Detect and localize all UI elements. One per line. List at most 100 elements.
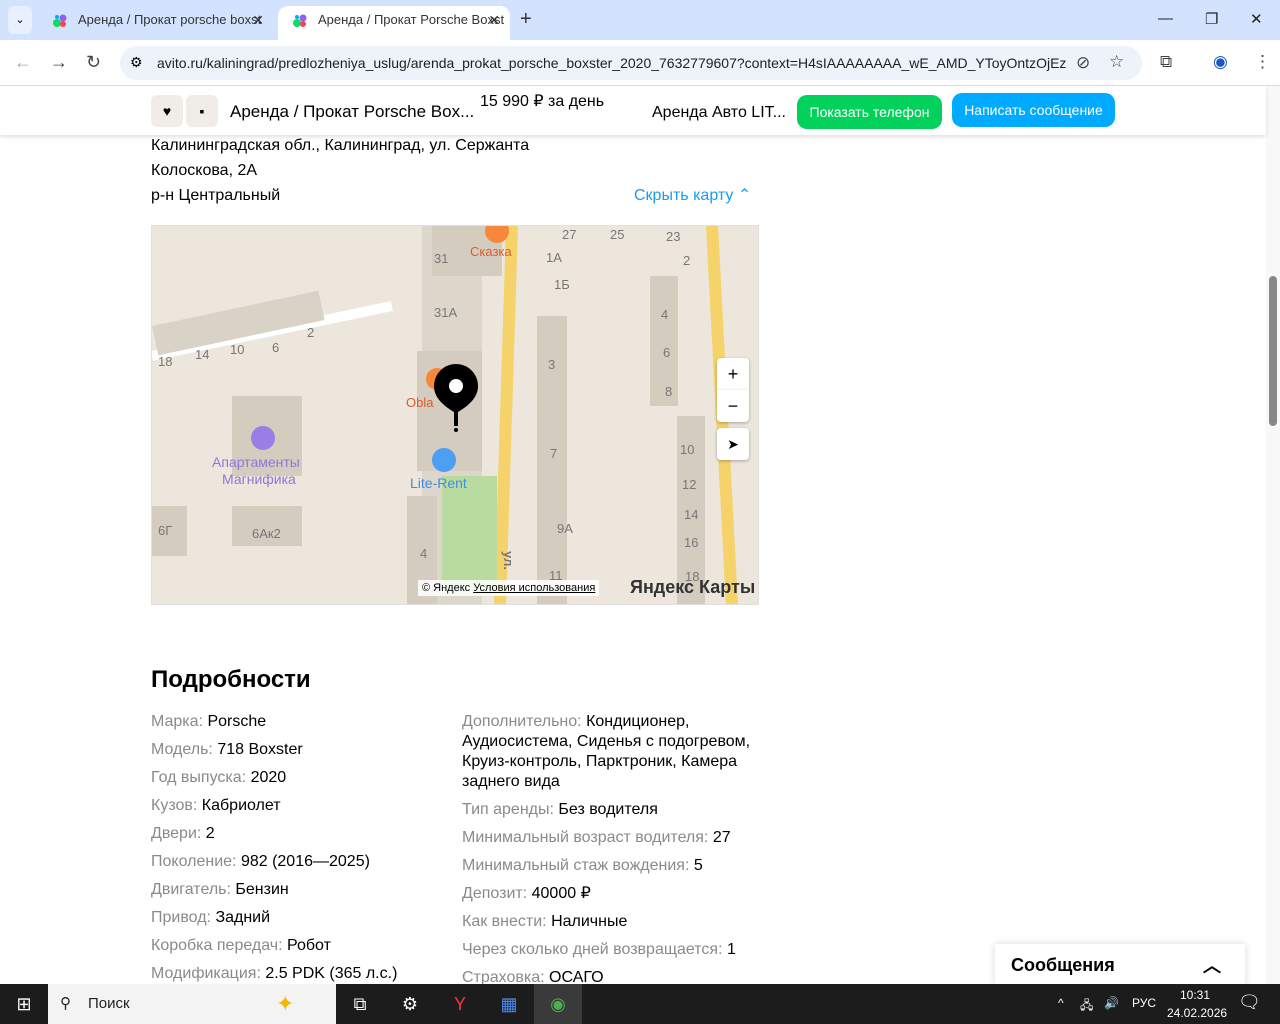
yandex-maps-logo[interactable]: Яндекс Карты bbox=[630, 577, 755, 598]
task-view-icon[interactable]: ⧉ bbox=[336, 984, 384, 1024]
detail-value: 5 bbox=[693, 857, 703, 874]
detail-row: Дополнительно: Кондиционер, Аудиосистема… bbox=[462, 712, 752, 792]
write-message-button[interactable]: Написать сообщение bbox=[952, 93, 1115, 127]
menu-icon[interactable]: ⋮ bbox=[1254, 52, 1271, 72]
scrollbar[interactable] bbox=[1266, 86, 1280, 984]
geolocation-icon[interactable]: ➤ bbox=[717, 428, 749, 460]
terms-link[interactable]: Условия использования bbox=[473, 582, 595, 594]
taskbar-search[interactable]: ⚲ Поиск ✦ bbox=[48, 984, 336, 1024]
detail-key: Коробка передач: bbox=[151, 937, 283, 954]
detail-value: 1 bbox=[726, 941, 736, 958]
detail-value: 40000 ₽ bbox=[531, 885, 591, 902]
minimize-icon[interactable]: — bbox=[1158, 10, 1173, 27]
network-icon[interactable]: 🖧 bbox=[1080, 996, 1093, 1017]
detail-row: Модификация: 2.5 PDK (365 л.с.) bbox=[151, 964, 451, 984]
detail-row: Модель: 718 Boxster bbox=[151, 740, 451, 760]
details-right: Дополнительно: Кондиционер, Аудиосистема… bbox=[462, 712, 752, 996]
address-bar[interactable]: ⚙ avito.ru/kaliningrad/predlozheniya_usl… bbox=[120, 46, 1142, 80]
detail-value: 2.5 PDK (365 л.с.) bbox=[265, 965, 398, 982]
detail-key: Модификация: bbox=[151, 965, 261, 982]
detail-value: Кабриолет bbox=[201, 797, 281, 814]
close-tab-icon[interactable]: ✕ bbox=[488, 6, 500, 34]
detail-value: Без водителя bbox=[558, 801, 658, 818]
detail-row: Поколение: 982 (2016—2025) bbox=[151, 852, 451, 872]
detail-value: Робот bbox=[287, 937, 331, 954]
forward-icon[interactable]: → bbox=[50, 52, 68, 73]
site-info-icon[interactable]: ⚙ bbox=[130, 54, 143, 71]
browser-toolbar: ← → ↻ ⚙ avito.ru/kaliningrad/predlozheni… bbox=[0, 40, 1280, 86]
tab-list-button[interactable]: ⌄ bbox=[8, 6, 32, 34]
tracking-off-icon[interactable]: ⊘ bbox=[1076, 53, 1090, 73]
detail-key: Кузов: bbox=[151, 797, 198, 814]
close-window-icon[interactable]: ✕ bbox=[1250, 10, 1263, 28]
tray-chevron-icon[interactable]: ^ bbox=[1058, 996, 1064, 1010]
reload-icon[interactable]: ↻ bbox=[86, 52, 101, 73]
search-icon: ⚲ bbox=[60, 995, 71, 1012]
price: 15 990 ₽ за день bbox=[480, 93, 605, 110]
notifications-icon[interactable]: 🗨 bbox=[1238, 992, 1261, 1013]
detail-key: Минимальный стаж вождения: bbox=[462, 857, 690, 874]
detail-row: Через сколько дней возвращается: 1 bbox=[462, 940, 752, 960]
chrome-icon[interactable]: ◉ bbox=[534, 984, 582, 1024]
back-icon[interactable]: ← bbox=[14, 52, 32, 73]
map[interactable]: 31 Сказка 27 25 23 1А 2 1Б 31А 4 6 8 2 1… bbox=[151, 225, 759, 605]
avito-favicon-icon bbox=[53, 14, 67, 27]
detail-key: Марка: bbox=[151, 713, 203, 730]
detail-row: Минимальный стаж вождения: 5 bbox=[462, 856, 752, 876]
yandex-browser-icon[interactable]: Y bbox=[436, 984, 484, 1024]
chevron-up-icon[interactable]: ︿ bbox=[1203, 952, 1221, 978]
detail-value: 2 bbox=[205, 825, 215, 842]
detail-row: Привод: Задний bbox=[151, 908, 451, 928]
detail-row: Марка: Porsche bbox=[151, 712, 451, 732]
listing-title: Аренда / Прокат Porsche Box... bbox=[230, 102, 475, 121]
detail-value: Задний bbox=[215, 909, 271, 926]
tab-1[interactable]: Аренда / Прокат porsche boxst ✕ bbox=[38, 6, 274, 40]
extensions-icon[interactable]: ⧉ bbox=[1160, 52, 1172, 72]
new-tab-icon[interactable]: + bbox=[520, 8, 532, 31]
clock-date[interactable]: 24.02.2026 bbox=[1167, 1006, 1227, 1020]
clock-time[interactable]: 10:31 bbox=[1180, 988, 1210, 1002]
detail-row: Депозит: 40000 ₽ bbox=[462, 884, 752, 904]
hide-map-link[interactable]: Скрыть карту ⌃ bbox=[634, 185, 751, 205]
sticky-header: ♥ ▪ Аренда / Прокат Porsche Box... 15 99… bbox=[0, 86, 1266, 135]
language-indicator[interactable]: РУС bbox=[1132, 996, 1156, 1010]
show-phone-button[interactable]: Показать телефон bbox=[797, 95, 942, 129]
detail-value: 982 (2016—2025) bbox=[240, 853, 370, 870]
detail-value: Наличные bbox=[551, 913, 628, 930]
restore-icon[interactable]: ❐ bbox=[1205, 10, 1218, 28]
volume-icon[interactable]: 🔊 bbox=[1104, 996, 1119, 1010]
favorite-button[interactable]: ♥ bbox=[151, 95, 183, 127]
scrollbar-thumb[interactable] bbox=[1269, 276, 1277, 426]
settings-icon[interactable]: ⚙ bbox=[386, 984, 434, 1024]
detail-key: Год выпуска: bbox=[151, 769, 247, 786]
windows-start-icon[interactable]: ⊞ bbox=[0, 984, 48, 1024]
detail-row: Тип аренды: Без водителя bbox=[462, 800, 752, 820]
detail-value: Бензин bbox=[235, 881, 289, 898]
avito-favicon-icon bbox=[293, 14, 307, 27]
detail-row: Двигатель: Бензин bbox=[151, 880, 451, 900]
detail-key: Привод: bbox=[151, 909, 211, 926]
close-tab-icon[interactable]: ✕ bbox=[252, 6, 264, 34]
detail-row: Как внести: Наличные bbox=[462, 912, 752, 932]
messages-panel[interactable]: Сообщения ︿ bbox=[995, 944, 1245, 986]
detail-row: Кузов: Кабриолет bbox=[151, 796, 451, 816]
profile-icon[interactable]: ◉ bbox=[1213, 52, 1228, 72]
detail-value: 718 Boxster bbox=[217, 741, 303, 758]
detail-row: Минимальный возраст водителя: 27 bbox=[462, 828, 752, 848]
seller-name[interactable]: Аренда Авто LIT... bbox=[652, 104, 786, 122]
bookmark-star-icon[interactable]: ☆ bbox=[1109, 52, 1124, 72]
details-title: Подробности bbox=[151, 666, 311, 693]
detail-row: Двери: 2 bbox=[151, 824, 451, 844]
app-icon[interactable]: ▦ bbox=[485, 984, 533, 1024]
zoom-in-button[interactable]: + bbox=[717, 358, 749, 390]
detail-key: Тип аренды: bbox=[462, 801, 554, 818]
detail-key: Двигатель: bbox=[151, 881, 231, 898]
detail-key: Модель: bbox=[151, 741, 213, 758]
map-copyright: © Яндекс Условия использования bbox=[418, 580, 600, 596]
location-pin-icon bbox=[434, 364, 478, 432]
note-button[interactable]: ▪ bbox=[186, 95, 218, 127]
tab-bar: ⌄ Аренда / Прокат porsche boxst ✕ Аренда … bbox=[0, 0, 1280, 40]
tab-2-active[interactable]: Аренда / Прокат Porsche Boxst ✕ bbox=[278, 6, 510, 40]
zoom-out-button[interactable]: − bbox=[717, 390, 749, 422]
address: Калининградская обл., Калининград, ул. С… bbox=[151, 137, 530, 204]
